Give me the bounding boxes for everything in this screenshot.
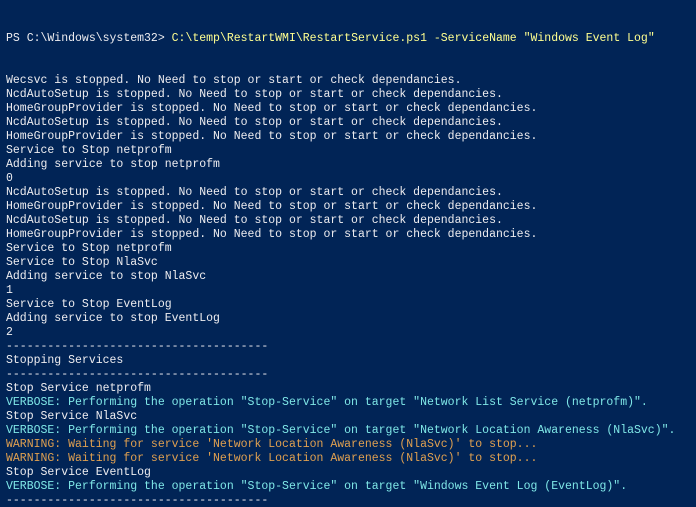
output-line: NcdAutoSetup is stopped. No Need to stop… — [6, 88, 690, 102]
output-line: NcdAutoSetup is stopped. No Need to stop… — [6, 214, 690, 228]
output-line: Stop Service netprofm — [6, 382, 690, 396]
output-line: Service to Stop EventLog — [6, 298, 690, 312]
output-line: -------------------------------------- — [6, 340, 690, 354]
output-line: 2 — [6, 326, 690, 340]
output-line: 1 — [6, 284, 690, 298]
prompt-line: PS C:\Windows\system32> C:\temp\RestartW… — [6, 32, 690, 46]
output-line: 0 — [6, 172, 690, 186]
output-line: -------------------------------------- — [6, 494, 690, 507]
output-line: HomeGroupProvider is stopped. No Need to… — [6, 130, 690, 144]
output-line: VERBOSE: Performing the operation "Stop-… — [6, 396, 690, 410]
powershell-terminal[interactable]: PS C:\Windows\system32> C:\temp\RestartW… — [0, 0, 696, 507]
command-text: C:\temp\RestartWMI\RestartService.ps1 -S… — [172, 32, 655, 45]
output-line: Stop Service NlaSvc — [6, 410, 690, 424]
output-line: NcdAutoSetup is stopped. No Need to stop… — [6, 116, 690, 130]
output-line: WARNING: Waiting for service 'Network Lo… — [6, 452, 690, 466]
output-line: Adding service to stop netprofm — [6, 158, 690, 172]
output-line: Stopping Services — [6, 354, 690, 368]
output-line: NcdAutoSetup is stopped. No Need to stop… — [6, 186, 690, 200]
ps-prompt: PS C:\Windows\system32> — [6, 32, 172, 45]
output-line: Adding service to stop EventLog — [6, 312, 690, 326]
output-line: HomeGroupProvider is stopped. No Need to… — [6, 102, 690, 116]
output-line: Service to Stop netprofm — [6, 242, 690, 256]
output-line: HomeGroupProvider is stopped. No Need to… — [6, 200, 690, 214]
output-line: HomeGroupProvider is stopped. No Need to… — [6, 228, 690, 242]
terminal-output: Wecsvc is stopped. No Need to stop or st… — [6, 74, 690, 507]
output-line: Service to Stop netprofm — [6, 144, 690, 158]
output-line: VERBOSE: Performing the operation "Stop-… — [6, 424, 690, 438]
output-line: Service to Stop NlaSvc — [6, 256, 690, 270]
output-line: Adding service to stop NlaSvc — [6, 270, 690, 284]
output-line: VERBOSE: Performing the operation "Stop-… — [6, 480, 690, 494]
output-line: WARNING: Waiting for service 'Network Lo… — [6, 438, 690, 452]
output-line: Wecsvc is stopped. No Need to stop or st… — [6, 74, 690, 88]
output-line: Stop Service EventLog — [6, 466, 690, 480]
output-line: -------------------------------------- — [6, 368, 690, 382]
